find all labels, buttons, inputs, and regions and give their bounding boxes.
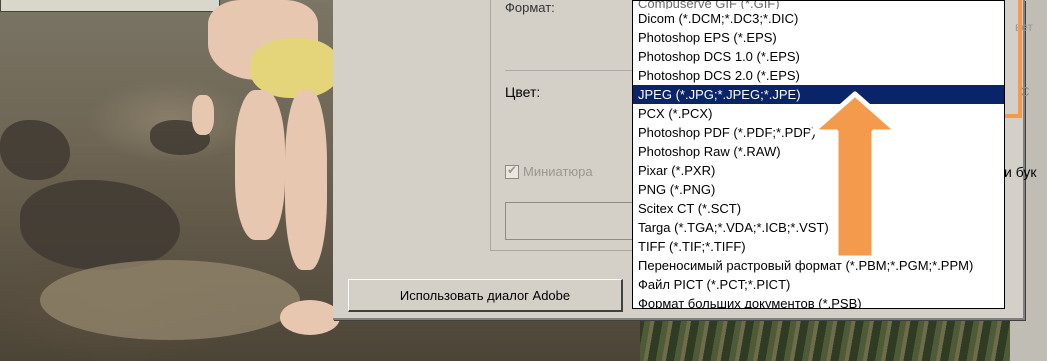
check-icon: ✔ — [507, 162, 518, 177]
use-adobe-dialog-button[interactable]: Использовать диалог Adobe — [348, 279, 623, 312]
format-option[interactable]: Dicom (*.DCM;*.DC3;*.DIC) — [633, 9, 1004, 28]
color-label: Цвет: — [505, 84, 541, 100]
format-option[interactable]: Photoshop DCS 2.0 (*.EPS) — [633, 66, 1004, 85]
highlight-frame — [1005, 0, 1022, 118]
format-option[interactable]: Формат больших документов (*.PSB) — [633, 294, 1004, 308]
child-figure — [192, 0, 340, 340]
format-option[interactable]: Photoshop EPS (*.EPS) — [633, 28, 1004, 47]
orange-arrow-icon — [809, 91, 901, 261]
filename-field[interactable] — [505, 202, 637, 240]
format-option[interactable]: Photoshop DCS 1.0 (*.EPS) — [633, 47, 1004, 66]
right-partial-text-2: и бук — [1004, 164, 1037, 180]
thumbnail-checkbox-label: Миниатюра — [523, 164, 593, 179]
format-option[interactable]: Compuserve GIF (*.GIF) — [633, 1, 1004, 9]
photo-frame-edge — [0, 0, 220, 12]
format-label: Формат: — [505, 0, 555, 15]
thumbnail-checkbox-row[interactable]: ✔ Миниатюра — [505, 162, 593, 179]
format-option[interactable]: Файл PICT (*.PCT;*.PICT) — [633, 275, 1004, 294]
thumbnail-checkbox[interactable]: ✔ — [505, 162, 519, 179]
